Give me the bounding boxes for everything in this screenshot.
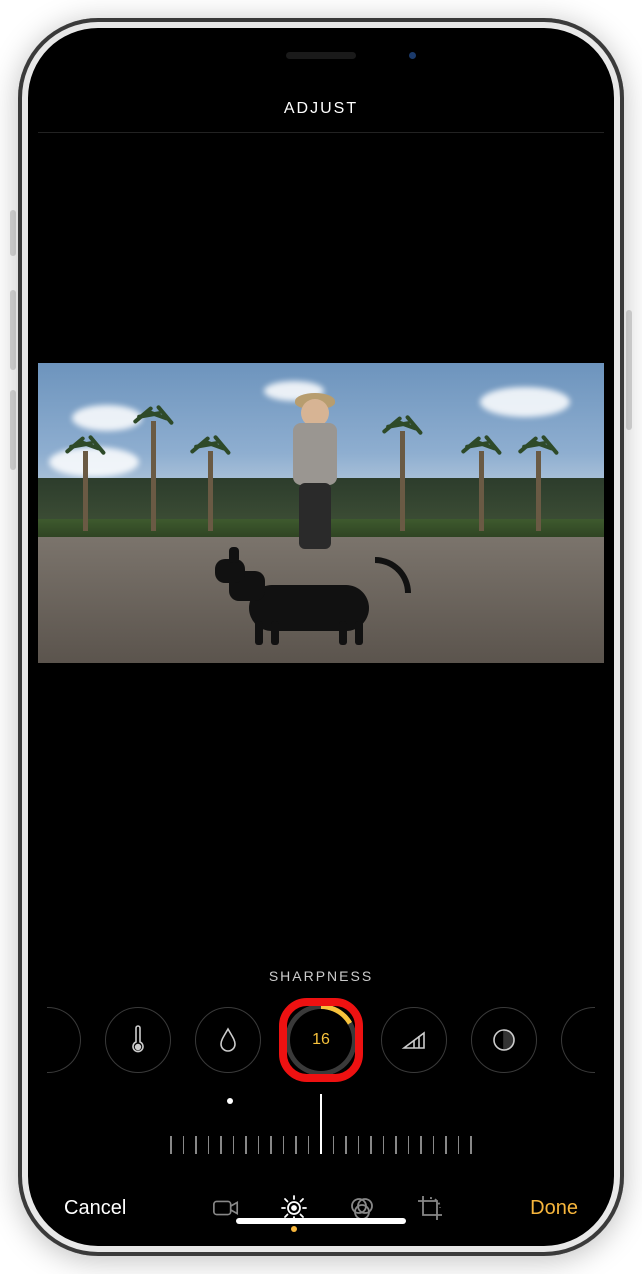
photo-preview[interactable] <box>38 363 604 663</box>
droplet-icon <box>216 1026 240 1054</box>
tint-tool[interactable] <box>195 1007 261 1073</box>
front-camera <box>409 52 416 59</box>
tool-edge-right[interactable] <box>561 1007 595 1073</box>
video-icon <box>212 1197 240 1219</box>
half-circle-icon <box>491 1027 517 1053</box>
cancel-button[interactable]: Cancel <box>64 1197 126 1220</box>
adjustment-slider[interactable] <box>38 1104 604 1154</box>
slider-origin-dot <box>227 1098 233 1104</box>
adjustment-value: 16 <box>312 1031 330 1049</box>
warmth-tool[interactable] <box>105 1007 171 1073</box>
volume-down-button[interactable] <box>10 390 16 470</box>
phone-frame: ADJUST <box>18 18 624 1256</box>
photo-subject-dog <box>219 545 419 645</box>
slider-indicator <box>320 1094 322 1138</box>
home-indicator[interactable] <box>236 1218 406 1224</box>
notch <box>196 38 446 72</box>
silence-switch[interactable] <box>10 210 16 256</box>
adjustment-name: SHARPNESS <box>38 968 604 984</box>
active-tab-dot <box>291 1226 297 1232</box>
photo-subject-person <box>287 399 347 549</box>
triangle-icon <box>401 1029 427 1051</box>
photo-preview-area <box>38 133 604 968</box>
screen: ADJUST <box>38 38 604 1236</box>
crop-icon <box>416 1194 444 1222</box>
mode-title: ADJUST <box>38 100 604 133</box>
speaker <box>286 52 356 59</box>
tool-edge-left[interactable] <box>47 1007 81 1073</box>
done-button[interactable]: Done <box>530 1197 578 1220</box>
thermometer-icon <box>127 1025 149 1055</box>
definition-tool[interactable] <box>381 1007 447 1073</box>
power-button[interactable] <box>626 310 632 430</box>
bottom-toolbar: Cancel <box>38 1176 604 1236</box>
sharpness-tool[interactable]: 16 <box>285 1004 357 1076</box>
adjustment-tool-row[interactable]: 16 <box>38 1004 604 1076</box>
crop-tab[interactable] <box>416 1194 444 1222</box>
noise-reduction-tool[interactable] <box>471 1007 537 1073</box>
volume-up-button[interactable] <box>10 290 16 370</box>
